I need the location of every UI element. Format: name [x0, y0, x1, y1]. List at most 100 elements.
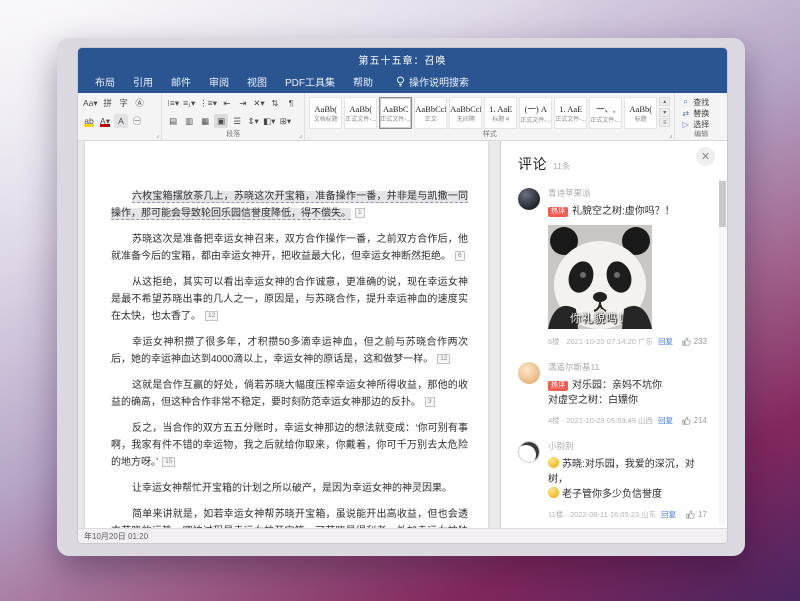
- paragraph: 反之，当合作的双方五五分账时，幸运女神那边的想法就变成：‘你可别有事啊，我家有件…: [111, 420, 468, 471]
- emoji-smile-icon: [548, 457, 559, 468]
- reply-link[interactable]: 回复: [658, 415, 673, 426]
- replace-button[interactable]: ⇄ 替换: [681, 108, 721, 118]
- comments-title: 评论: [518, 154, 547, 174]
- scrollbar-thumb[interactable]: [719, 181, 726, 227]
- comment-ref-badge[interactable]: 12: [437, 354, 450, 364]
- enclose-characters-button[interactable]: ㊀: [130, 114, 144, 128]
- numbering-button[interactable]: ≡₁▾: [182, 96, 196, 110]
- style-label: 正式文件-...: [380, 114, 411, 123]
- avatar[interactable]: [518, 441, 540, 463]
- avatar[interactable]: [518, 362, 540, 384]
- paragraph: 苏晓这次是准备把幸运女神召来，双方合作操作一番，之前双方合作后，他就准备今后的宝…: [111, 231, 468, 265]
- commented-highlight[interactable]: 六枚宝箱摆放茶几上，苏晓这次开宝箱，准备操作一番，并非是与凯撒一同操作，那可能会…: [111, 191, 468, 220]
- gallery-down-arrow[interactable]: ▾: [659, 108, 670, 117]
- comment-ref-badge[interactable]: 1: [355, 208, 365, 218]
- reply-link[interactable]: 回复: [658, 336, 673, 347]
- style-heading-4[interactable]: 1. AaE 标题 4: [484, 97, 517, 129]
- style-title[interactable]: AaBb( 标题: [624, 97, 657, 129]
- editing-group-label: 编辑: [679, 129, 723, 140]
- character-border-button[interactable]: Ⓐ: [133, 96, 147, 110]
- comment-item: 青诗苹果派 热评礼貌空之树:虚你吗？！: [518, 187, 707, 347]
- comment-username[interactable]: 小别别: [548, 440, 707, 452]
- style-formal-3[interactable]: (一) A 正式文件-...: [519, 97, 552, 129]
- font-dialog-launcher[interactable]: ⌟: [156, 131, 159, 139]
- tab-help[interactable]: 帮助: [344, 70, 382, 93]
- tab-references[interactable]: 引用: [124, 70, 162, 93]
- character-shading-button[interactable]: A: [114, 114, 128, 128]
- style-no-spacing[interactable]: AaBbCcD 无间隔: [449, 97, 482, 129]
- paragraph-text: 苏晓这次是准备把幸运女神召来，双方合作操作一番，之前双方合作后，他就准备今后的宝…: [111, 234, 468, 262]
- font-color-button[interactable]: A▾: [98, 114, 112, 128]
- style-normal[interactable]: AaBbCcD 正文: [414, 97, 447, 129]
- select-button[interactable]: ▷ 选择: [681, 119, 721, 129]
- comment-ref-badge[interactable]: 12: [205, 311, 218, 321]
- align-center-button[interactable]: ▥: [182, 114, 196, 128]
- document-canvas: 六枚宝箱摆放茶几上，苏晓这次开宝箱，准备操作一番，并非是与凯撒一同操作，那可能会…: [78, 141, 500, 528]
- style-formal-2-selected[interactable]: AaBbC 正式文件-...: [379, 97, 412, 129]
- comment-username[interactable]: 潇遥尔斯基11: [548, 361, 707, 373]
- avatar[interactable]: [518, 188, 540, 210]
- like-button[interactable]: 214: [682, 416, 707, 425]
- styles-dialog-launcher[interactable]: ⌟: [669, 131, 672, 139]
- document-title: 第五十五章：召唤: [359, 52, 447, 67]
- paragraph-group-label: 段落: [166, 129, 300, 140]
- comments-scrollbar[interactable]: [719, 179, 726, 524]
- comment-text: 老子管你多少负信誉度: [548, 487, 707, 502]
- paragraph: 简单来讲就是，如若幸运女神帮苏晓开宝箱，虽说能开出高收益，但也会透支苏晓的运势，…: [111, 506, 468, 528]
- shading-button[interactable]: ◧▾: [262, 114, 276, 128]
- tab-layout[interactable]: 布局: [86, 70, 124, 93]
- reply-link[interactable]: 回复: [661, 509, 676, 520]
- align-left-button[interactable]: ▤: [166, 114, 180, 128]
- increase-indent-button[interactable]: ⇥: [236, 96, 250, 110]
- borders-button[interactable]: ⊞▾: [278, 114, 292, 128]
- like-button[interactable]: 233: [682, 337, 707, 346]
- style-formal-4[interactable]: 1. AaE 正式文件-...: [554, 97, 587, 129]
- align-right-button[interactable]: ▦: [198, 114, 212, 128]
- screenshot-frame: 第五十五章：召唤 布局 引用 邮件 审阅 视图 PDF工具集 帮助 操作说明搜索: [57, 38, 745, 556]
- comment-ref-badge[interactable]: 3: [425, 397, 435, 407]
- tab-view[interactable]: 视图: [238, 70, 276, 93]
- status-date-time: 年10月20日 01:20: [84, 531, 148, 542]
- hot-comment-badge: 热评: [548, 381, 568, 391]
- comment-floor-time: 6楼 · 2021-10-20 07:14:20 广东: [548, 336, 653, 347]
- paragraph-dialog-launcher[interactable]: ⌟: [299, 131, 302, 139]
- asian-layout-button[interactable]: ✕▾: [252, 96, 266, 110]
- character-scale-button[interactable]: 字: [117, 96, 131, 110]
- tab-review[interactable]: 审阅: [200, 70, 238, 93]
- phonetic-guide-button[interactable]: 拼: [101, 96, 115, 110]
- justify-button[interactable]: ▣: [214, 114, 228, 128]
- close-comments-button[interactable]: ✕: [696, 147, 715, 166]
- style-formal-5[interactable]: 一、, 正式文件-...: [589, 97, 622, 129]
- comment-text-content: 礼貌空之树:虚你吗？！: [572, 206, 675, 217]
- comment-text-content: 苏晓:对乐园，我爱的深沉，对树，: [548, 459, 695, 485]
- text-highlight-button[interactable]: ab: [82, 114, 96, 128]
- distribute-button[interactable]: ☰: [230, 114, 244, 128]
- line-spacing-button[interactable]: ⇕▾: [246, 114, 260, 128]
- bullets-button[interactable]: ⁝≡▾: [166, 96, 180, 110]
- change-case-button[interactable]: Aa▾: [82, 96, 99, 110]
- comment-ref-badge[interactable]: 6: [455, 251, 465, 261]
- like-button[interactable]: 17: [686, 510, 707, 519]
- tab-mailings[interactable]: 邮件: [162, 70, 200, 93]
- gallery-up-arrow[interactable]: ▴: [659, 97, 670, 106]
- word-window: 第五十五章：召唤 布局 引用 邮件 审阅 视图 PDF工具集 帮助 操作说明搜索: [78, 48, 727, 543]
- comment-ref-badge[interactable]: 15: [162, 457, 175, 467]
- find-button[interactable]: ⌕ 查找: [681, 97, 721, 107]
- paragraph: 六枚宝箱摆放茶几上，苏晓这次开宝箱，准备操作一番，并非是与凯撒一同操作，那可能会…: [111, 188, 468, 222]
- show-marks-button[interactable]: ¶: [284, 96, 298, 110]
- tell-me-search[interactable]: 操作说明搜索: [382, 74, 469, 89]
- panda-meme-image[interactable]: 你礼貌吗！: [548, 225, 652, 329]
- style-label: 标题: [635, 114, 647, 123]
- tab-pdf-tools[interactable]: PDF工具集: [276, 70, 344, 93]
- comment-username[interactable]: 青诗苹果派: [548, 187, 707, 199]
- style-doc-title[interactable]: AaBb( 文档标题: [309, 97, 342, 129]
- document-page[interactable]: 六枚宝箱摆放茶几上，苏晓这次开宝箱，准备操作一番，并非是与凯撒一同操作，那可能会…: [85, 141, 488, 528]
- decrease-indent-button[interactable]: ⇤: [220, 96, 234, 110]
- sort-button[interactable]: ⇅: [268, 96, 282, 110]
- comment-text-content: 对乐园：亲妈不坑你: [572, 380, 662, 391]
- style-formal-1[interactable]: AaBb( 正式文件-...: [344, 97, 377, 129]
- multilevel-list-button[interactable]: ⋮≡▾: [198, 96, 218, 110]
- gallery-more-button[interactable]: ≡: [659, 118, 670, 127]
- comment-text: 热评对乐园：亲妈不坑你: [548, 378, 707, 393]
- like-count: 233: [694, 337, 707, 346]
